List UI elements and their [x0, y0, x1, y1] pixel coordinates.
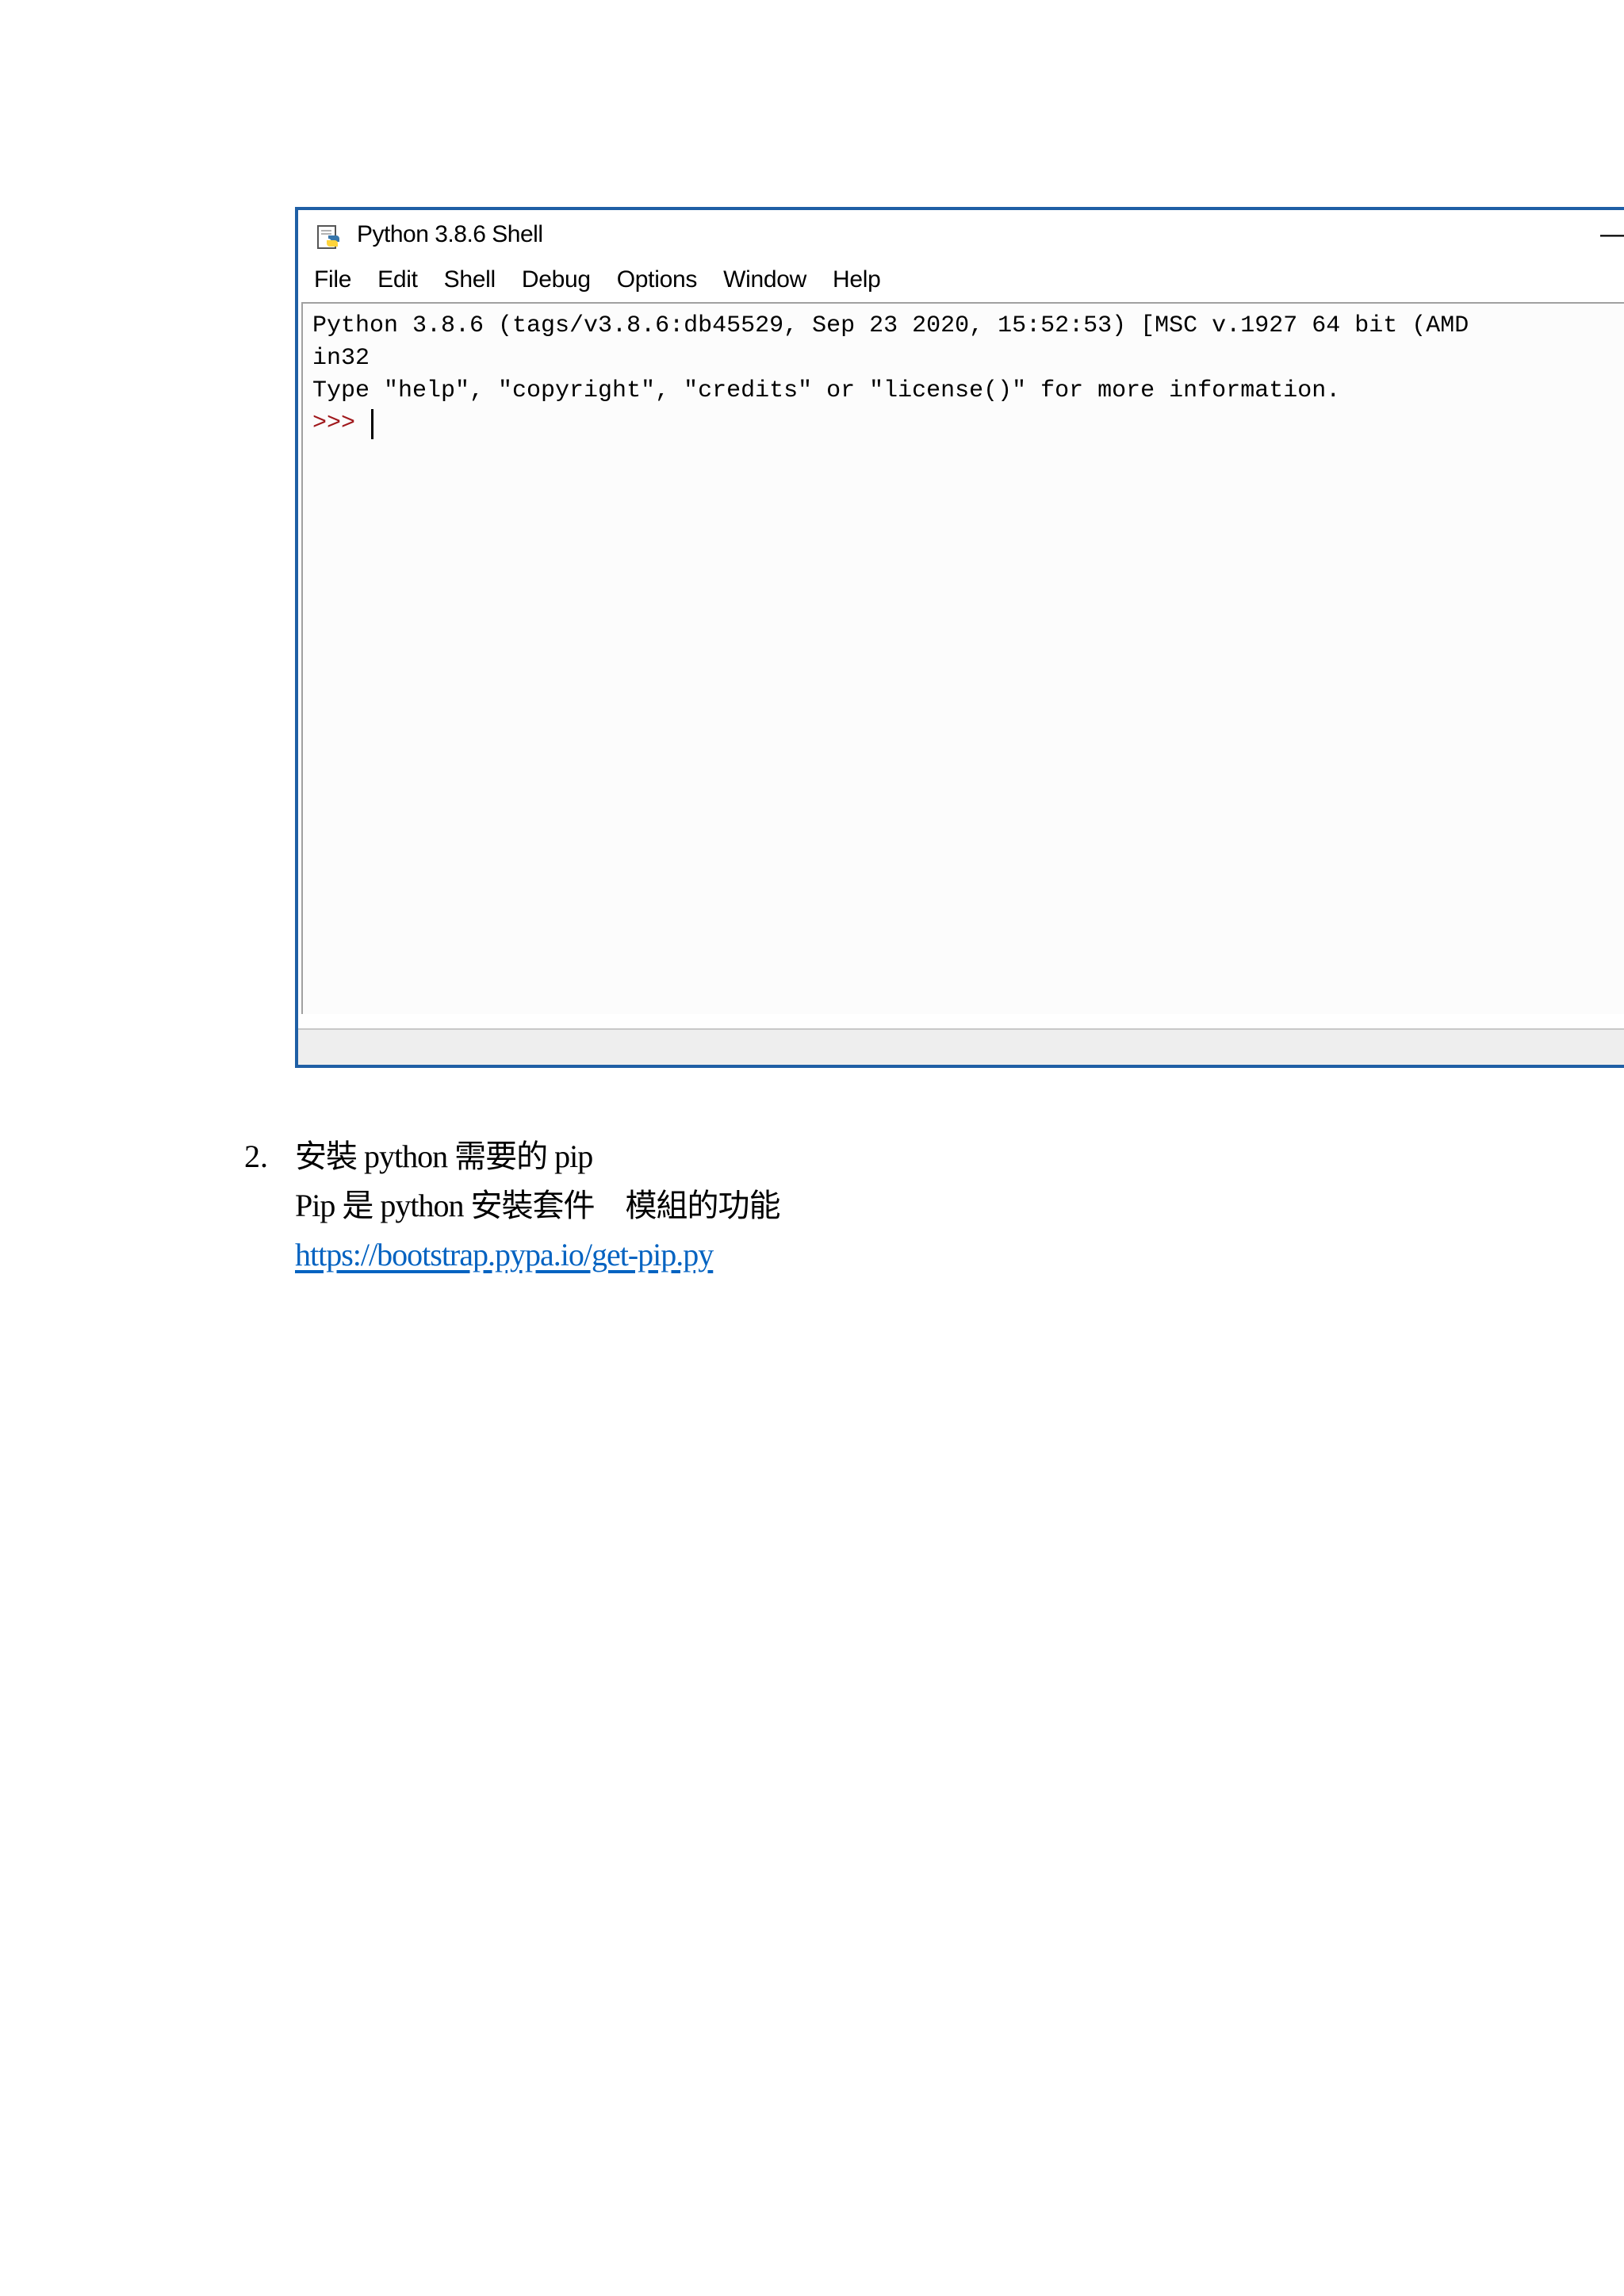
menu-debug[interactable]: Debug: [522, 266, 591, 293]
python-shell-window: Python 3.8.6 Shell — File Edit Shell Deb…: [295, 207, 1624, 1068]
menu-file[interactable]: File: [314, 266, 351, 293]
step-description: Pip 是 python 安裝套件 模組的功能: [295, 1188, 780, 1223]
output-line-help: Type "help", "copyright", "credits" or "…: [312, 377, 1341, 404]
title-bar: Python 3.8.6 Shell —: [298, 210, 1624, 258]
list-item-body: 安裝 python 需要的 pip Pip 是 python 安裝套件 模組的功…: [295, 1132, 1247, 1280]
menu-shell[interactable]: Shell: [444, 266, 496, 293]
idle-app-icon: [317, 225, 339, 249]
prompt-symbol: >>>: [312, 410, 370, 437]
window-title: Python 3.8.6 Shell: [357, 221, 543, 247]
minimize-button[interactable]: —: [1600, 220, 1624, 248]
output-line-platform: in32: [312, 345, 370, 372]
get-pip-link[interactable]: https://bootstrap.pypa.io/get-pip.py: [295, 1237, 714, 1272]
list-number: 2.: [244, 1138, 268, 1174]
status-bar: [298, 1028, 1624, 1065]
menu-options[interactable]: Options: [617, 266, 698, 293]
menu-edit[interactable]: Edit: [377, 266, 418, 293]
prompt-line[interactable]: >>>: [312, 408, 1624, 440]
shell-output-area[interactable]: Python 3.8.6 (tags/v3.8.6:db45529, Sep 2…: [301, 302, 1624, 1014]
menu-bar: File Edit Shell Debug Options Window Hel…: [298, 262, 1624, 297]
menu-window[interactable]: Window: [723, 266, 806, 293]
menu-help[interactable]: Help: [833, 266, 881, 293]
output-line-version: Python 3.8.6 (tags/v3.8.6:db45529, Sep 2…: [312, 312, 1469, 339]
step-heading: 安裝 python 需要的 pip: [295, 1138, 593, 1174]
text-cursor: [371, 408, 374, 439]
